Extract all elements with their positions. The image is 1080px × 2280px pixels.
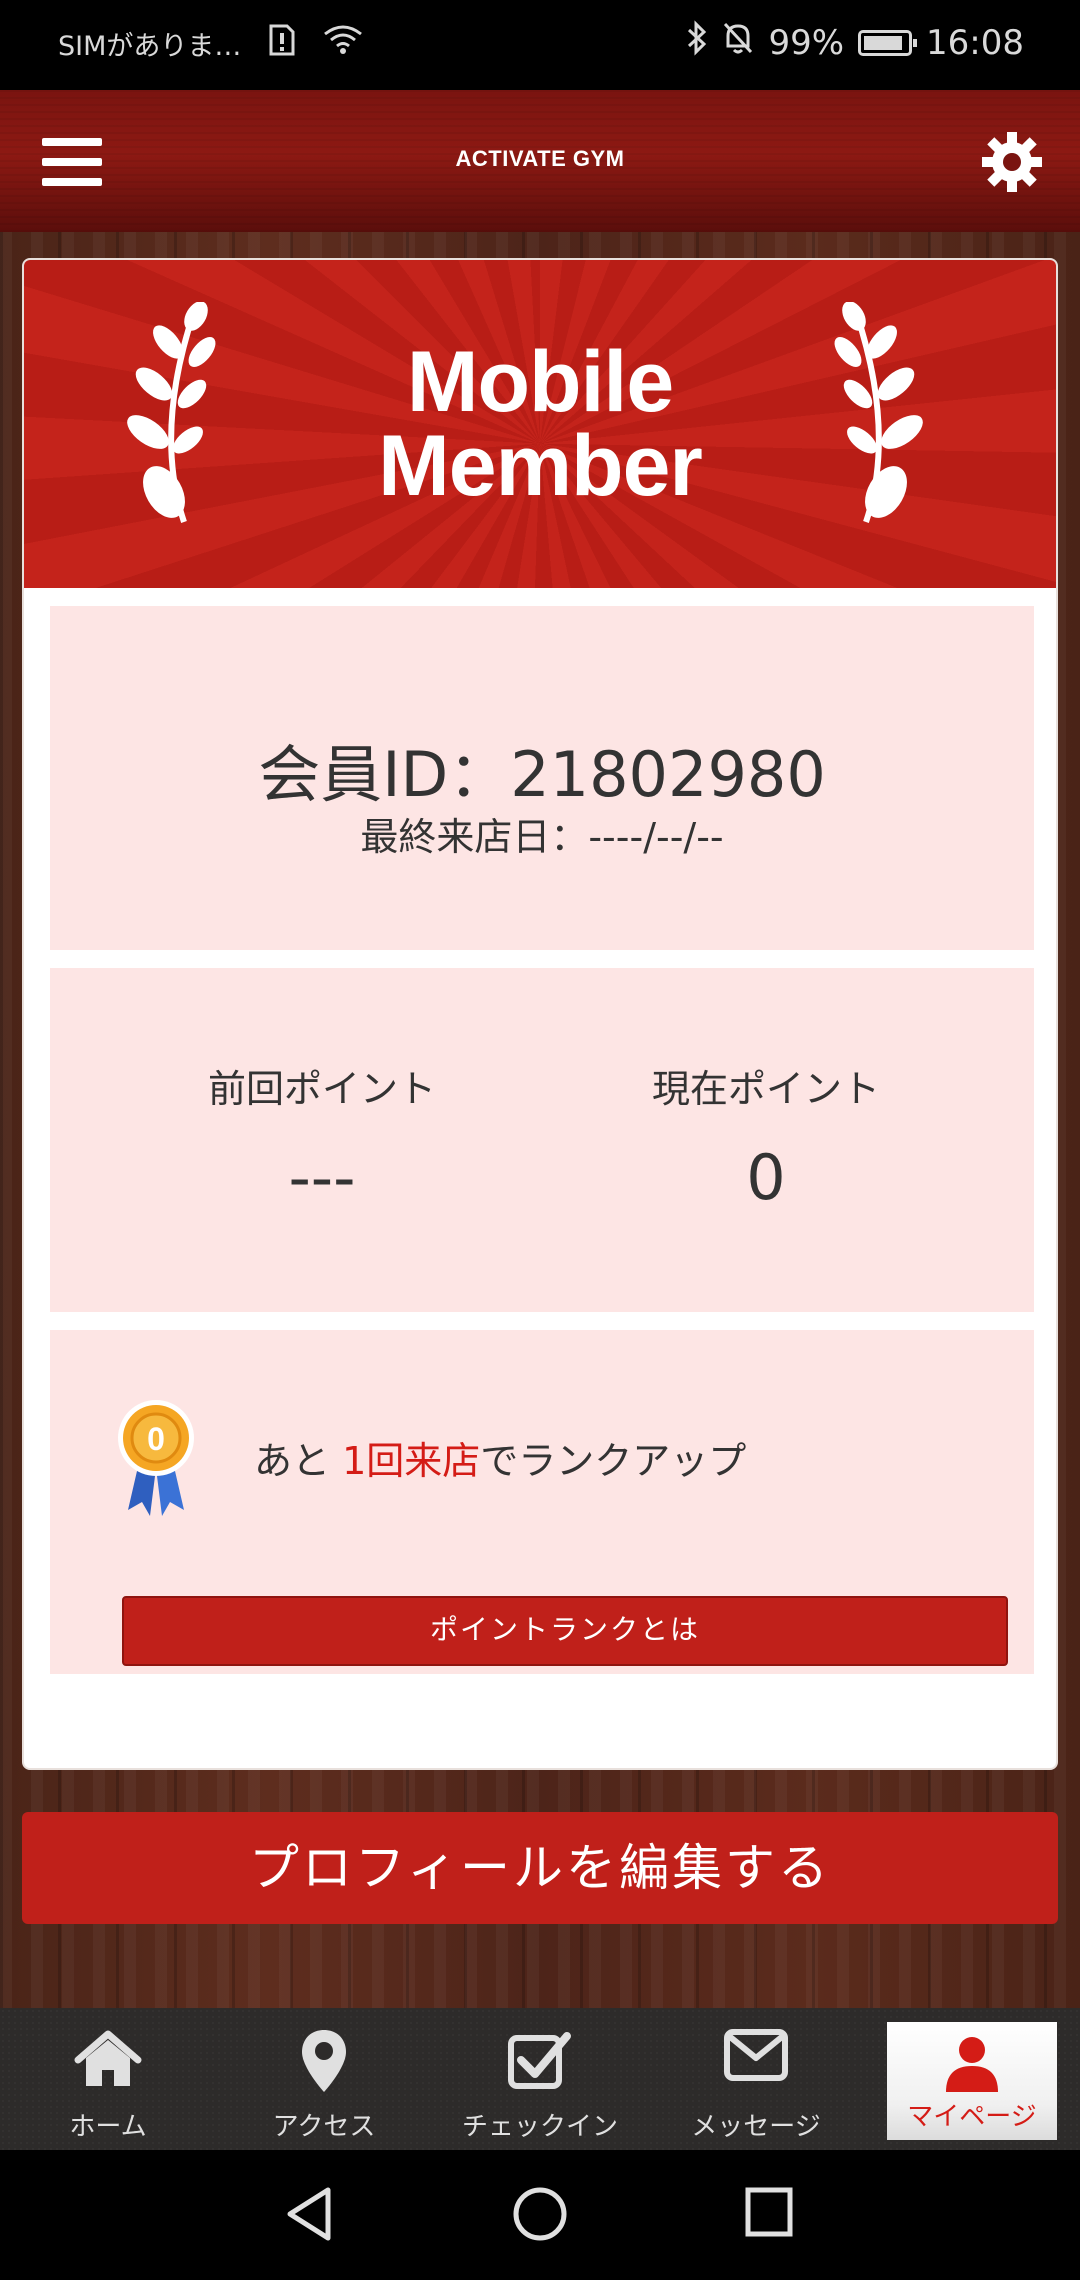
nav-mypage[interactable]: マイページ bbox=[887, 2022, 1057, 2140]
current-points-label: 現在ポイント bbox=[651, 1067, 880, 1111]
mobile-member-banner: Mobile Member bbox=[24, 260, 1056, 588]
points-panel: 前回ポイント --- 現在ポイント 0 bbox=[50, 968, 1034, 1312]
battery-icon bbox=[858, 29, 918, 56]
home-circle-icon[interactable] bbox=[512, 2186, 568, 2242]
current-points-value: 0 bbox=[746, 1141, 786, 1214]
nav-access[interactable]: アクセス bbox=[216, 2008, 432, 2150]
battery-percent: 99% bbox=[768, 22, 845, 63]
rank-msg-prefix: あと bbox=[254, 1439, 343, 1483]
nav-message[interactable]: メッセージ bbox=[648, 2008, 864, 2150]
current-points: 現在ポイント 0 bbox=[566, 1058, 966, 1214]
checkbox-icon bbox=[508, 2032, 571, 2089]
app-title: ACTIVATE GYM bbox=[455, 146, 625, 171]
user-icon bbox=[946, 2037, 998, 2092]
last-visit-date: 最終来店日：----/--/-- bbox=[360, 815, 724, 859]
nav-message-label: メッセージ bbox=[691, 2112, 821, 2142]
status-bar: SIMがありま… 99% 16:08 bbox=[0, 0, 1080, 90]
laurel-right-icon bbox=[826, 301, 926, 532]
clock: 16:08 bbox=[926, 22, 1024, 63]
nav-checkin-label: チェックイン bbox=[461, 2112, 618, 2142]
bell-off-icon bbox=[722, 20, 754, 65]
nav-access-label: アクセス bbox=[272, 2112, 376, 2142]
envelope-icon bbox=[724, 2029, 788, 2081]
rank-up-message: あと 1回来店でランクアップ bbox=[254, 1430, 746, 1485]
previous-points: 前回ポイント --- bbox=[122, 1058, 522, 1214]
wifi-icon bbox=[323, 24, 363, 63]
nav-home[interactable]: ホーム bbox=[0, 2008, 216, 2150]
nav-checkin[interactable]: チェックイン bbox=[432, 2008, 648, 2150]
medal-icon: 0 bbox=[114, 1398, 198, 1518]
gear-icon[interactable] bbox=[980, 130, 1044, 194]
recents-icon[interactable] bbox=[744, 2186, 794, 2238]
member-id: 会員ID：21802980 bbox=[258, 738, 826, 811]
bottom-nav: ホーム アクセス チェックイン メッセージ マイページ bbox=[0, 2008, 1080, 2150]
previous-points-label: 前回ポイント bbox=[207, 1067, 436, 1111]
app-header: ACTIVATE GYM bbox=[0, 90, 1080, 232]
nav-mypage-label: マイページ bbox=[907, 2102, 1037, 2132]
nav-home-label: ホーム bbox=[69, 2112, 147, 2142]
point-rank-info-button[interactable]: ポイントランクとは bbox=[122, 1596, 1008, 1666]
sim-alert-icon bbox=[269, 24, 295, 63]
member-info-panel: 会員ID：21802980 最終来店日：----/--/-- bbox=[50, 606, 1034, 950]
system-nav-bar bbox=[0, 2150, 1080, 2280]
rank-panel: 0 あと 1回来店でランクアップ ポイントランクとは bbox=[50, 1330, 1034, 1674]
member-card: Mobile Member 会員ID：21802980 最終来店日：----/-… bbox=[22, 258, 1058, 1770]
back-icon[interactable] bbox=[284, 2186, 334, 2242]
rank-msg-highlight: 1回来店 bbox=[342, 1439, 481, 1483]
home-icon bbox=[74, 2030, 142, 2086]
carrier-text: SIMがありま… bbox=[58, 31, 242, 62]
rank-msg-suffix: でランクアップ bbox=[480, 1439, 747, 1483]
edit-profile-button[interactable]: プロフィールを編集する bbox=[22, 1812, 1058, 1924]
previous-points-value: --- bbox=[288, 1141, 356, 1214]
map-pin-icon bbox=[302, 2030, 346, 2092]
bluetooth-icon bbox=[686, 20, 708, 65]
medal-number: 0 bbox=[147, 1421, 165, 1457]
